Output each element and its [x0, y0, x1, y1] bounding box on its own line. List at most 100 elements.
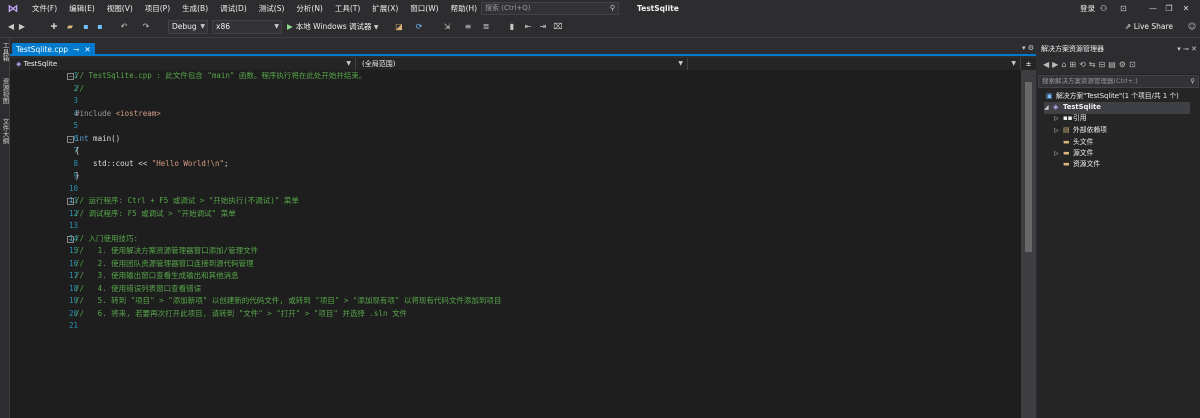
tree-item-references[interactable]: ▷ ▪▪引用 [1054, 113, 1087, 125]
solution-explorer-scrollbar[interactable] [1190, 90, 1200, 418]
menu-window[interactable]: 窗口(W) [404, 0, 444, 17]
bookmark-prev-icon[interactable]: ⇤ [522, 20, 534, 34]
pin-icon[interactable]: ⊸ [73, 43, 79, 56]
code-line[interactable]: // 3. 使用输出窗口查看生成输出和其他消息 [75, 270, 239, 283]
code-line[interactable]: // 调试程序: F5 或调试 > "开始调试" 菜单 [75, 208, 236, 221]
toolbox-tab[interactable]: 工具箱 [0, 42, 10, 62]
panel-menu-icon[interactable]: ▾ ⊸ ✕ [1177, 42, 1197, 56]
code-token: // [75, 83, 85, 93]
code-line[interactable]: // [75, 83, 84, 96]
back-icon[interactable]: ◀ [1043, 60, 1052, 69]
comment-icon[interactable]: ≡ [462, 20, 474, 34]
open-file-icon[interactable]: ▰ [64, 20, 76, 34]
menu-analyze[interactable]: 分析(N) [290, 0, 328, 17]
scope-dropdown[interactable]: (全局范围) ▼ [356, 58, 688, 70]
collapse-all-icon[interactable]: ⊟ [1099, 60, 1109, 69]
platform-select[interactable]: x86 ▼ [212, 20, 282, 34]
tree-item-external-deps[interactable]: ▷ ▤ 外部依赖项 [1054, 125, 1107, 137]
project-dropdown[interactable]: ◈ TestSqlite ▼ [10, 58, 356, 70]
forward-icon[interactable]: ▶ [17, 20, 27, 34]
solution-explorer-search-input[interactable]: 搜索解决方案资源管理器(Ctrl+;) ⚲ [1038, 75, 1199, 88]
live-share-button[interactable]: ⇗ Live Share [1125, 20, 1173, 34]
properties-icon[interactable]: ⚙ [1119, 60, 1129, 69]
sync-icon[interactable]: ⟲ [1079, 60, 1089, 69]
member-dropdown[interactable]: ▼ [688, 58, 1021, 70]
save-all-icon[interactable]: ▪ [94, 20, 106, 34]
forward-icon[interactable]: ▶ [1052, 60, 1061, 69]
menu-file[interactable]: 文件(F) [26, 0, 63, 17]
code-line[interactable]: // 5. 转到 "项目" > "添加新项" 以创建新的代码文件, 或转到 "项… [75, 295, 501, 308]
code-line[interactable]: } [75, 170, 80, 183]
hot-reload-icon[interactable]: ⟳ [413, 20, 425, 34]
collapsed-icon: ▷ [1054, 150, 1059, 157]
step-icon[interactable]: ⇲ [441, 20, 453, 34]
code-line[interactable]: // 入门使用技巧: [75, 233, 138, 246]
document-outline-tab[interactable]: 文件大纲 [0, 118, 10, 144]
browser-icon[interactable]: ◪ [393, 20, 405, 34]
tree-item-source-files[interactable]: ▷ ▬ 源文件 [1054, 148, 1093, 160]
menu-extensions[interactable]: 扩展(X) [366, 0, 404, 17]
bookmark-clear-icon[interactable]: ⌧ [552, 20, 564, 34]
code-line[interactable]: // 6. 将来, 若要再次打开此项目, 请转到 "文件" > "打开" > "… [75, 308, 407, 321]
preview-icon[interactable]: ⊡ [1129, 60, 1139, 69]
folder-icon: ▬ [1063, 149, 1070, 157]
code-line[interactable]: #include <iostream> [75, 108, 161, 121]
references-icon: ▪▪ [1063, 114, 1073, 122]
feedback-icon[interactable]: ⊡ [1120, 0, 1127, 17]
code-token: } [75, 171, 80, 180]
redo-icon[interactable]: ↷ [140, 20, 152, 34]
code-editor[interactable] [26, 70, 1021, 418]
code-line[interactable]: // 2. 使用团队资源管理器窗口连接到源代码管理 [75, 258, 254, 271]
line-number: 19 [68, 296, 78, 305]
menu-view[interactable]: 视图(V) [101, 0, 139, 17]
feedback-smile-icon[interactable]: ☺ [1186, 20, 1198, 34]
menu-edit[interactable]: 编辑(E) [63, 0, 101, 17]
save-icon[interactable]: ▪ [80, 20, 92, 34]
code-line[interactable]: int main() [75, 133, 120, 146]
resource-view-tab[interactable]: 资源视图 [0, 78, 10, 104]
code-line[interactable]: std::cout << "Hello World!\n"; [75, 158, 228, 171]
collapse-region-icon[interactable]: − [67, 135, 74, 143]
tree-item-resource-files[interactable]: ▬ 资源文件 [1063, 159, 1100, 171]
tab-overflow-icon[interactable]: ▾ ⚙ [1022, 42, 1034, 55]
close-icon[interactable]: ✕ [84, 43, 90, 56]
tree-item-header-files[interactable]: ▬ 头文件 [1063, 137, 1093, 149]
menu-debug[interactable]: 调试(D) [214, 0, 253, 17]
vertical-scrollbar[interactable] [1021, 70, 1036, 418]
menu-test[interactable]: 测试(S) [253, 0, 291, 17]
start-debugging-button[interactable]: ▶ 本地 Windows 调试器 ▼ [287, 20, 379, 35]
tree-solution[interactable]: ▣ 解决方案"TestSqlite"(1 个项目/共 1 个) [1046, 91, 1179, 103]
bookmark-next-icon[interactable]: ⇥ [537, 20, 549, 34]
bookmark-icon[interactable]: ▮ [506, 20, 518, 34]
collapse-region-icon[interactable]: − [67, 198, 74, 205]
show-all-files-icon[interactable]: ▤ [1108, 60, 1119, 69]
code-line[interactable]: { [75, 145, 80, 158]
line-number: 9 [73, 171, 78, 180]
menu-build[interactable]: 生成(B) [176, 0, 214, 17]
undo-icon[interactable]: ↶ [118, 20, 130, 34]
search-input[interactable]: 搜索 (Ctrl+Q) ⚲ [481, 2, 619, 15]
tab-testsqlite-cpp[interactable]: TestSqlite.cpp ⊸ ✕ [12, 43, 95, 56]
refresh-icon[interactable]: ⇆ [1089, 60, 1099, 69]
back-icon[interactable]: ◀ [6, 20, 16, 34]
code-line[interactable]: // 4. 使用错误列表窗口查看错误 [75, 283, 201, 296]
collapse-region-icon[interactable]: − [67, 235, 74, 243]
close-button[interactable]: ✕ [1172, 0, 1200, 17]
menu-project[interactable]: 项目(P) [139, 0, 176, 17]
login-link[interactable]: 登录 [1080, 0, 1095, 17]
tree-project[interactable]: ◢ ◈ TestSqlite [1044, 102, 1190, 114]
code-line[interactable]: // 运行程序: Ctrl + F5 或调试 > "开始执行(不调试)" 菜单 [75, 195, 299, 208]
new-project-icon[interactable]: ✚ [48, 20, 60, 34]
uncomment-icon[interactable]: ≣ [480, 20, 492, 34]
visual-studio-logo-icon[interactable]: ⋈ [0, 0, 26, 17]
collapse-region-icon[interactable]: − [67, 73, 74, 80]
split-icon[interactable]: ± [1021, 58, 1036, 70]
configuration-select[interactable]: Debug ▼ [168, 20, 208, 34]
user-icon[interactable]: ⚇ [1100, 0, 1107, 17]
code-line[interactable]: // 1. 使用解决方案资源管理器窗口添加/管理文件 [75, 245, 258, 258]
switch-views-icon[interactable]: ⊞ [1069, 60, 1079, 69]
scrollbar-thumb[interactable] [1025, 82, 1032, 252]
menu-tools[interactable]: 工具(T) [329, 0, 366, 17]
menu-help[interactable]: 帮助(H) [445, 0, 484, 17]
code-line[interactable]: // TestSqlite.cpp : 此文件包含 "main" 函数。程序执行… [75, 70, 366, 83]
